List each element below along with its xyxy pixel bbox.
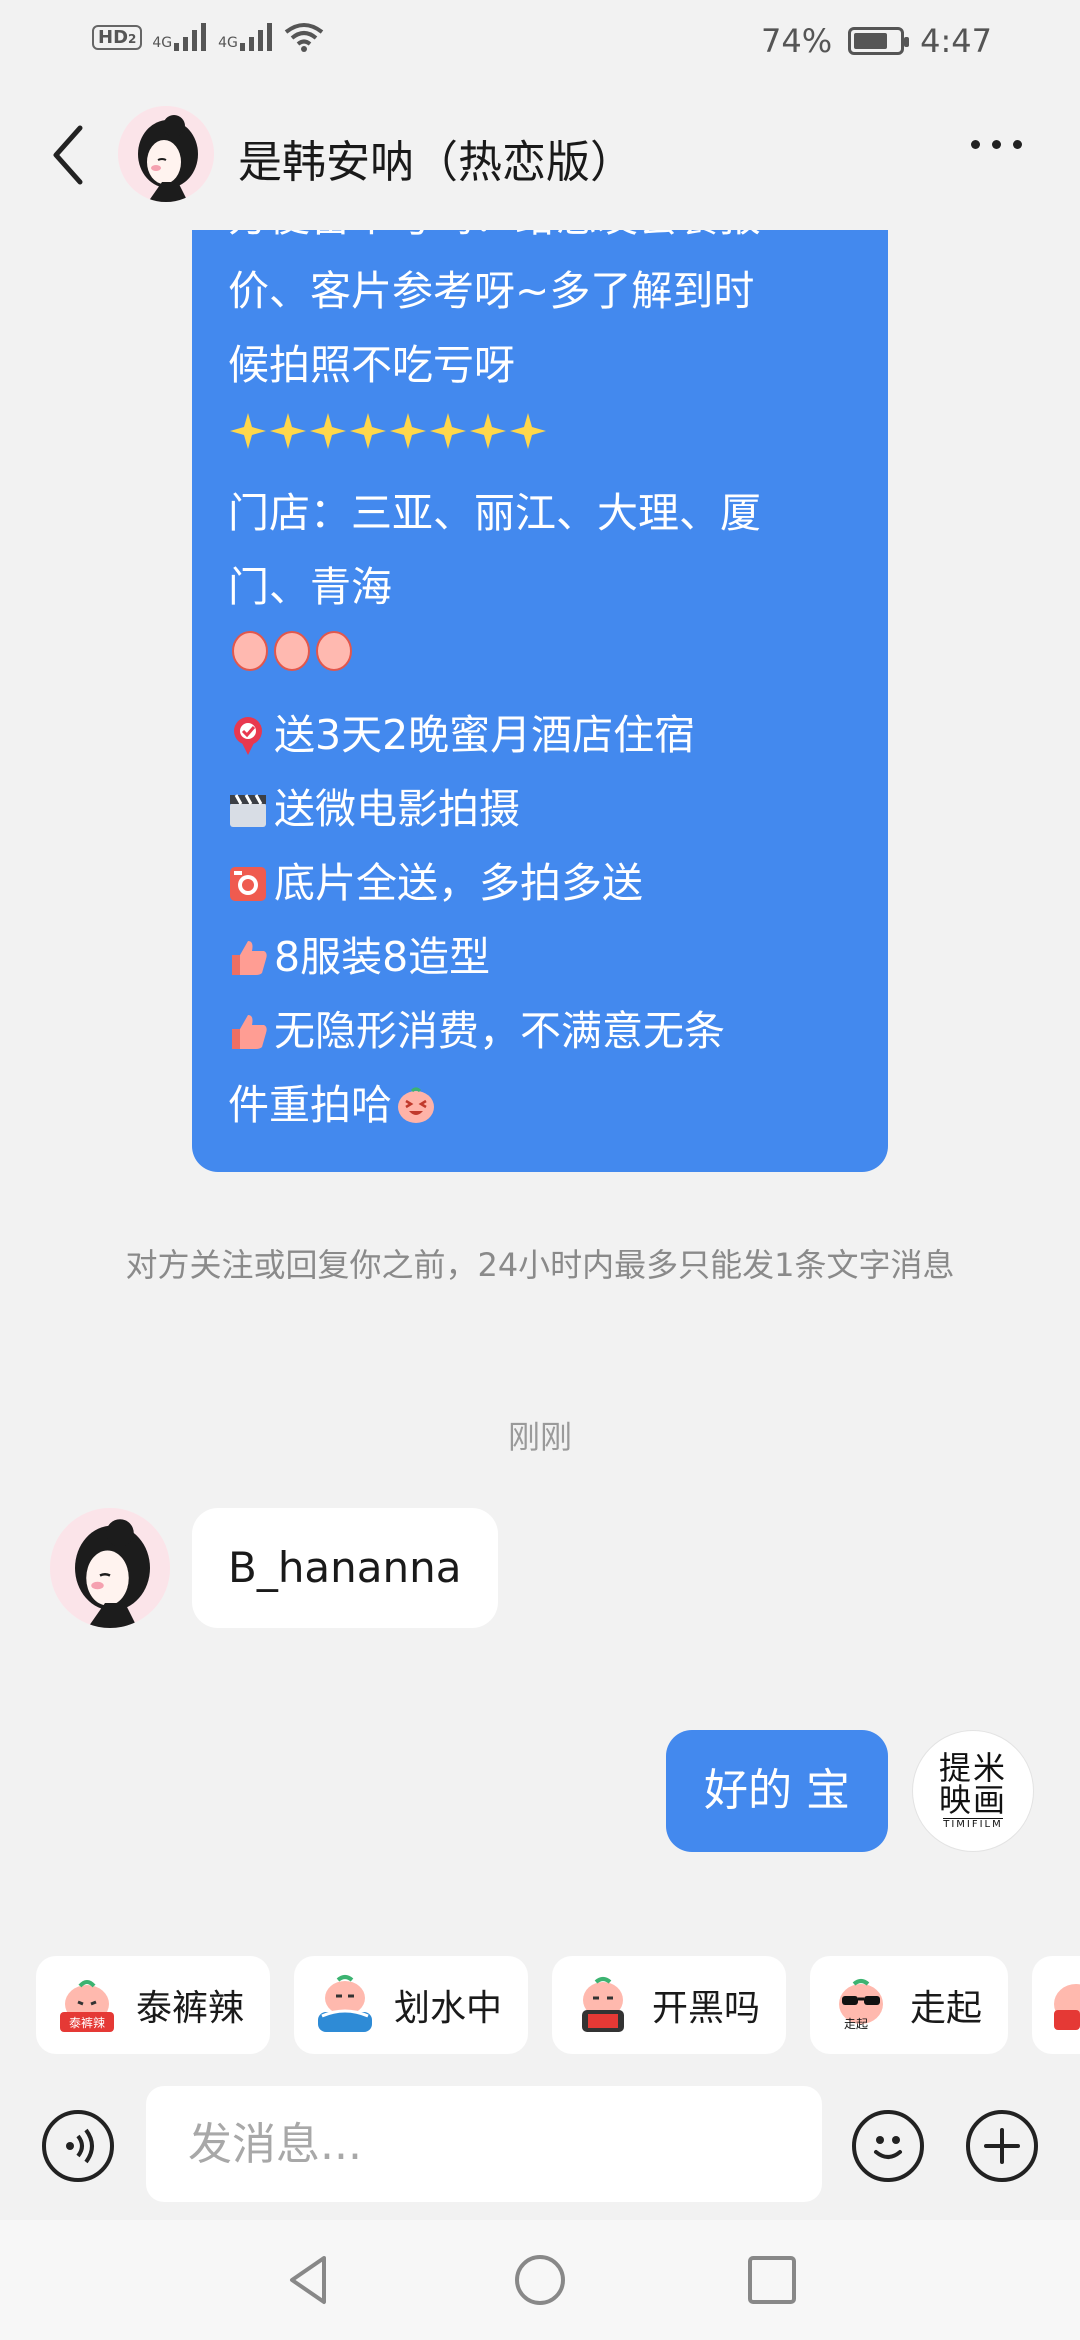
peach-sticker-icon bbox=[582, 1977, 624, 2032]
message-line-photos: 底片全送，多拍多送 bbox=[228, 846, 852, 920]
message-list[interactable]: 方便留个号吗？给您发套餐报 价、客片参考呀~多了解到时 候拍照不吃亏呀 门店：三… bbox=[0, 230, 1080, 1920]
message-line-outfits: 8服装8造型 bbox=[228, 920, 852, 994]
my-avatar[interactable]: 提米映画 TIMIFILM bbox=[912, 1730, 1034, 1852]
back-arrow-icon[interactable] bbox=[44, 120, 94, 190]
avatar-logo-text: 提米映画 bbox=[938, 1749, 1007, 1819]
network-type-1: 4G bbox=[152, 35, 173, 51]
pin-icon bbox=[234, 717, 262, 755]
message-line: 门店：三亚、丽江、大理、厦 bbox=[228, 489, 761, 537]
system-navigation-bar bbox=[0, 2220, 1080, 2340]
signal-icon-2: 4G bbox=[218, 23, 274, 51]
quick-reply-label: 开黑吗 bbox=[652, 1988, 761, 2029]
hd-badge: HD2 bbox=[92, 24, 143, 50]
clapping-hands-icon bbox=[232, 631, 352, 671]
fees-text: 无隐形消费，不满意无条 bbox=[274, 1007, 725, 1055]
svg-text:走起: 走起 bbox=[844, 2017, 868, 2031]
more-options-icon[interactable] bbox=[971, 140, 1022, 149]
message-line: 候拍照不吃亏呀 bbox=[228, 341, 515, 389]
wifi-icon bbox=[284, 23, 324, 52]
battery-fill bbox=[854, 33, 887, 49]
nav-recents-icon[interactable] bbox=[742, 2250, 802, 2310]
girl-avatar-illustration bbox=[50, 1508, 170, 1628]
chat-title: 是韩安呐（热恋版） bbox=[238, 137, 634, 188]
sparkles-emoji-row bbox=[228, 402, 852, 476]
peach-sticker-icon bbox=[1054, 1984, 1080, 2030]
message-line-reshoot: 件重拍哈 bbox=[228, 1068, 852, 1142]
message-line: 门、青海 bbox=[228, 563, 392, 611]
reshoot-text: 件重拍哈 bbox=[228, 1081, 392, 1129]
message-line: 价、客片参考呀~多了解到时 bbox=[228, 267, 755, 315]
status-bar-left: HD2 4G 4G bbox=[92, 22, 324, 52]
outgoing-long-message[interactable]: 方便留个号吗？给您发套餐报 价、客片参考呀~多了解到时 候拍照不吃亏呀 门店：三… bbox=[192, 230, 888, 1172]
laughing-face-icon bbox=[398, 1087, 434, 1123]
hotel-text: 送3天2晚蜜月酒店住宿 bbox=[274, 711, 696, 759]
quick-reply-sticker[interactable]: 走起 走起 bbox=[810, 1956, 1008, 2054]
nav-home-icon[interactable] bbox=[510, 2250, 570, 2310]
quick-reply-label: 划水中 bbox=[394, 1988, 503, 2029]
network-type-2: 4G bbox=[218, 35, 238, 51]
emoji-icon[interactable] bbox=[852, 2110, 924, 2182]
message-line-film: 送微电影拍摄 bbox=[228, 772, 852, 846]
camera-icon bbox=[230, 867, 266, 901]
quick-sticker-bar[interactable]: 泰裤辣 泰裤辣 划水中 开黑吗 走起 走起 bbox=[0, 1920, 1080, 2090]
quick-reply-sticker-partial[interactable] bbox=[1032, 1956, 1080, 2054]
peach-sticker-icon: 走起 bbox=[839, 1979, 883, 2031]
clap-emoji-row bbox=[228, 624, 852, 698]
message-input-bar bbox=[0, 2080, 1080, 2220]
message-line-hotel: 送3天2晚蜜月酒店住宿 bbox=[228, 698, 852, 772]
status-bar: HD2 4G 4G 74% 4:47 bbox=[0, 0, 1080, 80]
plus-icon[interactable] bbox=[966, 2110, 1038, 2182]
contact-avatar[interactable] bbox=[118, 106, 214, 202]
photos-text: 底片全送，多拍多送 bbox=[274, 859, 643, 907]
thumbs-up-icon bbox=[232, 1015, 267, 1049]
clock: 4:47 bbox=[920, 22, 992, 60]
message-line-fees: 无隐形消费，不满意无条 bbox=[228, 994, 852, 1068]
thumbs-up-icon bbox=[232, 941, 267, 975]
quick-reply-label: 走起 bbox=[910, 1988, 983, 2029]
film-text: 送微电影拍摄 bbox=[274, 785, 520, 833]
outgoing-message[interactable]: 好的 宝 bbox=[666, 1730, 888, 1852]
timestamp: 刚刚 bbox=[507, 1418, 572, 1456]
girl-avatar-illustration bbox=[118, 106, 214, 202]
nav-back-icon[interactable] bbox=[280, 2250, 340, 2310]
messaging-limit-notice: 对方关注或回复你之前，24小时内最多只能发1条文字消息 bbox=[125, 1246, 955, 1284]
battery-icon bbox=[848, 27, 910, 55]
status-bar-right: 74% 4:47 bbox=[761, 22, 992, 60]
peach-sticker-icon: 泰裤辣 bbox=[60, 1980, 114, 2032]
avatar-logo-subtext: TIMIFILM bbox=[943, 1818, 1003, 1830]
message-input[interactable] bbox=[146, 2086, 822, 2202]
quick-reply-label: 泰裤辣 bbox=[136, 1988, 245, 2029]
peach-sticker-icon bbox=[318, 1975, 372, 2032]
chat-header: 是韩安呐（热恋版） bbox=[0, 80, 1080, 230]
incoming-message[interactable]: B_hananna bbox=[192, 1508, 498, 1628]
quick-reply-sticker[interactable]: 开黑吗 bbox=[552, 1956, 786, 2054]
outfits-text: 8服装8造型 bbox=[274, 933, 491, 981]
quick-reply-sticker[interactable]: 泰裤辣 泰裤辣 bbox=[36, 1956, 270, 2054]
message-line: 方便留个号吗？给您发套餐报 bbox=[228, 230, 852, 254]
quick-reply-sticker[interactable]: 划水中 bbox=[294, 1956, 528, 2054]
battery-percent: 74% bbox=[761, 22, 833, 60]
contact-avatar-small[interactable] bbox=[50, 1508, 170, 1628]
voice-input-icon[interactable] bbox=[42, 2110, 114, 2182]
svg-text:泰裤辣: 泰裤辣 bbox=[69, 2016, 105, 2030]
signal-icon-1: 4G bbox=[152, 23, 208, 51]
clapperboard-icon bbox=[230, 794, 266, 827]
sparkles-icon bbox=[230, 413, 546, 449]
